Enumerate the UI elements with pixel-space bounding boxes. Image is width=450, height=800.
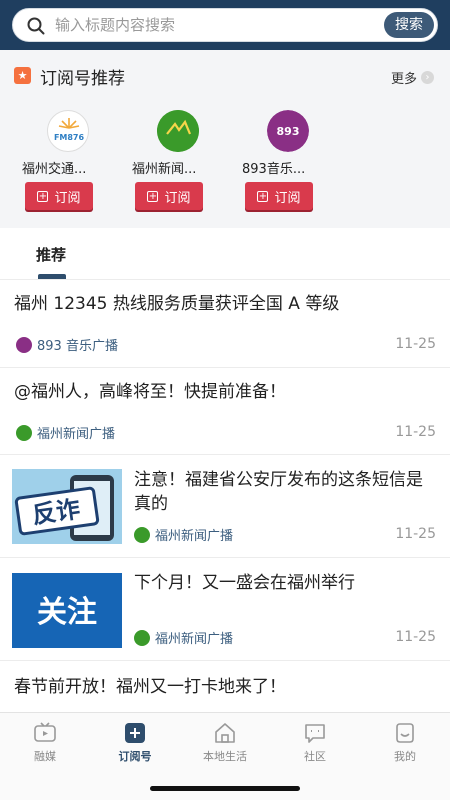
news-date: 11-25 bbox=[395, 629, 436, 645]
news-source[interactable]: 893 音乐广播 bbox=[16, 335, 118, 354]
news-title: 春节前开放！福州又一打卡地来了！ bbox=[14, 677, 286, 697]
channel-logo-893[interactable]: 893 bbox=[267, 110, 309, 152]
channel-logo-text: FM876 bbox=[54, 133, 85, 142]
nav-item-mine[interactable]: 我的 bbox=[360, 721, 450, 764]
home-icon bbox=[215, 723, 235, 743]
news-title: @福州人，高峰将至！快提前准备！ bbox=[14, 382, 286, 402]
news-item[interactable]: 反诈 注意！福建省公安厅发布的这条短信是真的 福州新闻广播 11-25 bbox=[0, 455, 450, 558]
section-title: 订阅号推荐 bbox=[40, 69, 125, 89]
source-name: 福州新闻广播 bbox=[37, 427, 116, 442]
news-date: 11-25 bbox=[395, 336, 436, 352]
tab-indicator bbox=[38, 274, 66, 279]
chevron-right-icon: › bbox=[421, 71, 434, 84]
plus-icon: + bbox=[257, 190, 269, 202]
smile-icon bbox=[396, 723, 414, 743]
news-thumbnail: 反诈 bbox=[12, 469, 122, 544]
thumbnail-text: 关注 bbox=[37, 595, 97, 630]
nav-label: 我的 bbox=[394, 750, 416, 763]
subscribe-label: 订阅 bbox=[274, 190, 301, 206]
nav-label: 社区 bbox=[304, 750, 326, 763]
channel-logo-news[interactable] bbox=[157, 110, 199, 152]
tv-icon bbox=[34, 722, 56, 742]
news-item[interactable]: 春节前开放！福州又一打卡地来了！ bbox=[0, 661, 450, 712]
subscribe-button[interactable]: + 订阅 bbox=[25, 182, 93, 210]
channel-logo-text: 893 bbox=[277, 125, 300, 138]
search-icon bbox=[27, 17, 45, 35]
subscribe-recommend-section: ★ 订阅号推荐 更多 › FM876 福州交通... + 订阅 福州新闻... … bbox=[0, 50, 450, 228]
news-thumbnail: 关注 bbox=[12, 573, 122, 648]
nav-item-rongmei[interactable]: 融媒 bbox=[0, 721, 90, 764]
news-source[interactable]: 福州新闻广播 bbox=[16, 423, 115, 442]
search-button[interactable]: 搜索 bbox=[384, 12, 434, 38]
source-logo-icon bbox=[134, 629, 150, 646]
search-input[interactable] bbox=[55, 10, 375, 40]
subscribe-button[interactable]: + 订阅 bbox=[245, 182, 313, 210]
subscribe-button[interactable]: + 订阅 bbox=[135, 182, 203, 210]
more-link[interactable]: 更多 › bbox=[391, 68, 434, 87]
channel-name: 893音乐... bbox=[242, 162, 306, 177]
search-bar[interactable]: 搜索 bbox=[12, 8, 438, 42]
subscribe-label: 订阅 bbox=[164, 190, 191, 206]
source-logo-icon bbox=[16, 336, 32, 353]
source-name: 福州新闻广播 bbox=[155, 529, 234, 544]
channel-name: 福州新闻... bbox=[132, 162, 197, 177]
source-logo-icon bbox=[16, 424, 32, 441]
news-source[interactable]: 福州新闻广播 bbox=[134, 628, 233, 647]
channel-name: 福州交通... bbox=[22, 162, 87, 177]
tab-recommend[interactable]: 推荐 bbox=[36, 244, 66, 265]
nav-label: 融媒 bbox=[34, 750, 56, 763]
chat-icon bbox=[305, 724, 325, 743]
star-icon: ★ bbox=[14, 67, 31, 84]
news-item[interactable]: 关注 下个月！又一盛会在福州举行 福州新闻广播 11-25 bbox=[0, 558, 450, 661]
home-indicator bbox=[150, 786, 300, 791]
news-title: 注意！福建省公安厅发布的这条短信是真的 bbox=[134, 470, 423, 514]
plus-icon: + bbox=[147, 190, 159, 202]
nav-item-community[interactable]: 社区 bbox=[270, 721, 360, 764]
news-title: 下个月！又一盛会在福州举行 bbox=[134, 573, 355, 593]
news-item[interactable]: 福州 12345 热线服务质量获评全国 A 等级 893 音乐广播 11-25 bbox=[0, 281, 450, 368]
tab-bar: 推荐 bbox=[0, 228, 450, 280]
news-title: 福州 12345 热线服务质量获评全国 A 等级 bbox=[14, 294, 340, 314]
news-item[interactable]: @福州人，高峰将至！快提前准备！ 福州新闻广播 11-25 bbox=[0, 368, 450, 455]
nav-label: 本地生活 bbox=[203, 750, 247, 763]
nav-item-local-life[interactable]: 本地生活 bbox=[180, 721, 270, 764]
channel-logo-fm876[interactable]: FM876 bbox=[47, 110, 89, 152]
plus-icon: + bbox=[37, 190, 49, 202]
source-name: 福州新闻广播 bbox=[155, 632, 234, 647]
more-label: 更多 bbox=[390, 72, 417, 87]
source-logo-icon bbox=[134, 526, 150, 543]
plus-square-icon bbox=[125, 723, 145, 743]
nav-item-subscriptions[interactable]: 订阅号 bbox=[90, 721, 180, 764]
header: 搜索 bbox=[0, 0, 450, 50]
subscribe-label: 订阅 bbox=[54, 190, 81, 206]
news-source[interactable]: 福州新闻广播 bbox=[134, 525, 233, 544]
source-name: 893 音乐广播 bbox=[37, 339, 118, 354]
nav-label: 订阅号 bbox=[118, 750, 152, 763]
news-date: 11-25 bbox=[395, 424, 436, 440]
news-date: 11-25 bbox=[395, 526, 436, 542]
